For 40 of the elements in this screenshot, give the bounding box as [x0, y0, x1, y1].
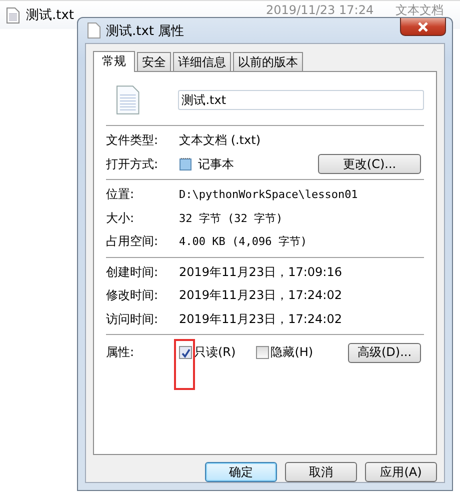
advanced-button[interactable]: 高级(D)...: [348, 342, 421, 363]
checkbox[interactable]: 隐藏(H): [256, 344, 314, 362]
field-value: 32 字节 (32 字节): [179, 210, 283, 226]
tab[interactable]: 安全: [137, 52, 171, 71]
field-value: 2019年11月23日，17:09:16: [179, 264, 342, 281]
document-icon: [87, 22, 101, 39]
dialog-button[interactable]: 应用(A): [365, 462, 437, 482]
field-label: 访问时间:: [106, 310, 160, 328]
field-label: 属性:: [106, 344, 136, 362]
document-icon: [6, 6, 20, 24]
tab[interactable]: 以前的版本: [233, 52, 303, 71]
close-button[interactable]: [400, 18, 446, 36]
field-label: 文件类型:: [106, 132, 160, 150]
file-date: 2019/11/23 17:24: [266, 3, 374, 17]
field-label: 位置:: [106, 186, 136, 204]
window-title: 测试.txt 属性: [106, 22, 184, 40]
dialog-button[interactable]: 取消: [285, 462, 357, 482]
field-value: 4.00 KB (4,096 字节): [179, 234, 307, 250]
field-value: 2019年11月23日，17:24:02: [179, 287, 342, 304]
tab[interactable]: 详细信息: [173, 52, 231, 71]
document-icon: [116, 85, 140, 115]
checkmark-icon: [180, 348, 190, 358]
file-type: 文本文档: [396, 3, 444, 17]
field-label: 修改时间:: [106, 287, 160, 304]
field-value: 记事本: [198, 156, 234, 173]
file-name-field[interactable]: 测试.txt: [178, 90, 424, 110]
field-label: 占用空间:: [106, 233, 160, 250]
change-button[interactable]: 更改(C)...: [318, 154, 421, 174]
notepad-icon: [179, 157, 193, 172]
dialog-button[interactable]: 确定: [205, 462, 277, 482]
field-label: 创建时间:: [106, 264, 160, 281]
close-icon: [417, 22, 429, 32]
tab[interactable]: 常规: [93, 51, 135, 72]
field-value: D:\pythonWorkSpace\lesson01: [179, 188, 358, 202]
field-label: 大小:: [106, 210, 136, 227]
field-label: 打开方式:: [106, 156, 160, 173]
field-value: 2019年11月23日，17:24:02: [179, 310, 342, 328]
checkbox[interactable]: 只读(R): [179, 344, 236, 362]
file-name[interactable]: 测试.txt: [26, 6, 74, 24]
field-value: 文本文档 (.txt): [179, 132, 261, 150]
